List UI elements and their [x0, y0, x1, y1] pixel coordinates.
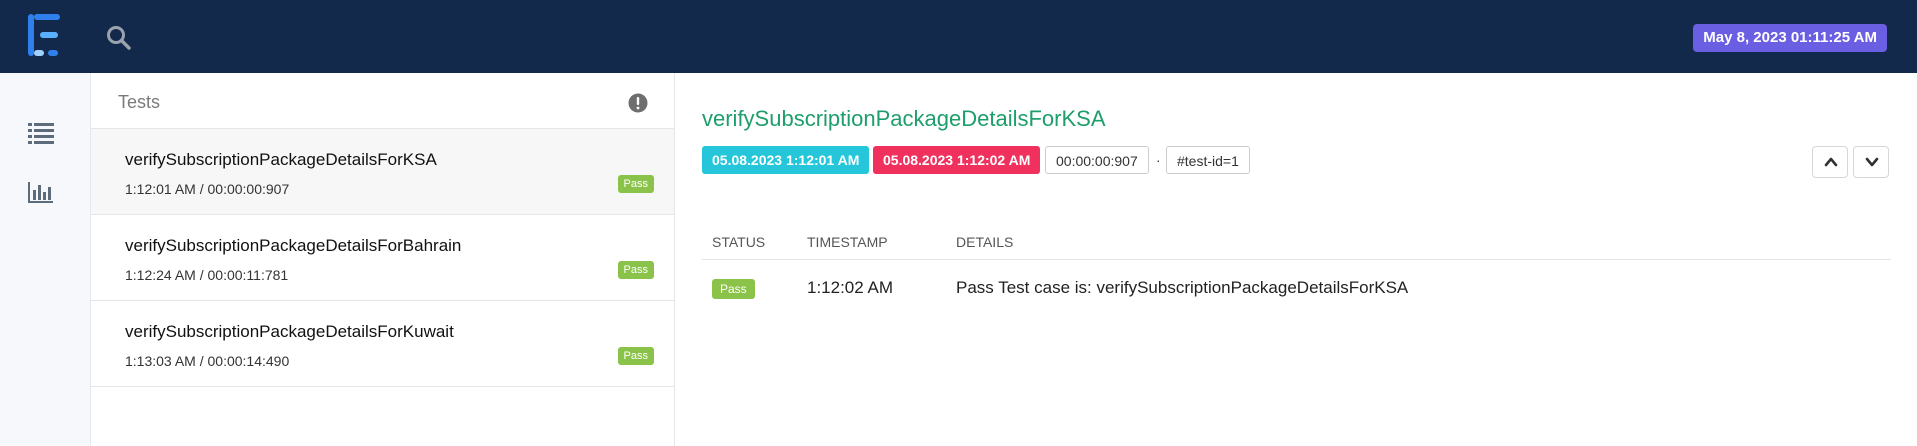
log-details: Pass Test case is: verifySubscriptionPac…: [956, 278, 1409, 297]
test-list-title: Tests: [118, 92, 161, 112]
duration-badge: 00:00:00:907: [1045, 146, 1149, 174]
chevron-down-icon: [1865, 157, 1879, 167]
test-list-item[interactable]: verifySubscriptionPackageDetailsForKuwai…: [91, 301, 674, 387]
status-column-header: STATUS: [712, 234, 766, 250]
list-icon[interactable]: [28, 122, 54, 144]
search-icon[interactable]: [106, 25, 132, 51]
status-badge: Pass: [617, 347, 654, 365]
log-table-header: STATUS TIMESTAMP DETAILS: [702, 224, 1891, 260]
log-timestamp: 1:12:02 AM: [807, 278, 894, 297]
test-list-item[interactable]: verifySubscriptionPackageDetailsForBahra…: [91, 215, 674, 301]
top-navbar: May 8, 2023 01:11:25 AM: [0, 0, 1917, 73]
details-column-header: DETAILS: [956, 234, 1014, 250]
test-id-badge: #test-id=1: [1166, 146, 1250, 174]
timestamp-column-header: TIMESTAMP: [807, 234, 888, 250]
test-time-duration: 1:12:01 AM / 00:00:00:907: [125, 181, 290, 197]
report-datetime-badge: May 8, 2023 01:11:25 AM: [1693, 24, 1887, 52]
table-row: Pass 1:12:02 AM Pass Test case is: verif…: [702, 260, 1891, 314]
sidebar: [0, 73, 91, 446]
status-badge: Pass: [712, 279, 755, 299]
test-time-duration: 1:12:24 AM / 00:00:11:781: [125, 267, 289, 283]
test-detail-panel: verifySubscriptionPackageDetailsForKSA 0…: [676, 73, 1917, 446]
exclamation-icon[interactable]: [628, 93, 648, 113]
previous-test-button[interactable]: [1812, 146, 1848, 178]
log-table: STATUS TIMESTAMP DETAILS Pass 1:12:02 AM…: [702, 224, 1891, 314]
test-time-duration: 1:13:03 AM / 00:00:14:490: [125, 353, 290, 369]
test-list-panel: Tests verifySubscriptionPackageDetailsFo…: [91, 73, 675, 446]
start-time-badge: 05.08.2023 1:12:01 AM: [702, 146, 870, 174]
bar-chart-icon[interactable]: [28, 181, 54, 203]
status-badge: Pass: [617, 175, 654, 193]
test-name: verifySubscriptionPackageDetailsForBahra…: [125, 236, 462, 255]
test-detail-title: verifySubscriptionPackageDetailsForKSA: [702, 106, 1106, 131]
test-name: verifySubscriptionPackageDetailsForKuwai…: [125, 322, 454, 341]
extent-logo-icon[interactable]: [28, 14, 64, 56]
status-badge: Pass: [617, 261, 654, 279]
chevron-up-icon: [1824, 157, 1838, 167]
separator: ·: [1156, 152, 1161, 168]
next-test-button[interactable]: [1853, 146, 1889, 178]
test-list-header: Tests: [91, 73, 674, 129]
test-list-item[interactable]: verifySubscriptionPackageDetailsForKSA 1…: [91, 129, 674, 215]
test-name: verifySubscriptionPackageDetailsForKSA: [125, 150, 437, 169]
end-time-badge: 05.08.2023 1:12:02 AM: [873, 146, 1041, 174]
